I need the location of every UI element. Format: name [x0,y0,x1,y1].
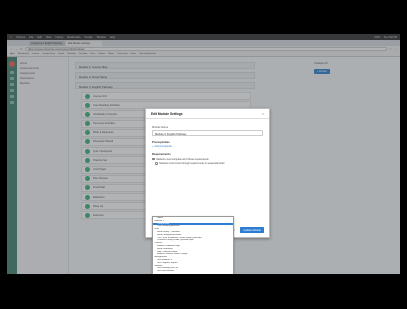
close-icon[interactable]: × [262,111,264,116]
checkbox-checked-icon[interactable] [152,157,155,161]
prerequisites-heading: Prerequisites [152,140,170,144]
requirement-option-label: Students must complete all of these requ… [156,157,209,161]
module-name-input[interactable]: Module 3: English Pathway [152,130,263,136]
dialog-body: Module Name Module 3: English Pathway Pr… [146,119,269,169]
plus-icon: + [152,145,154,148]
screen:  Chrome File Edit View History Bookmark… [7,34,400,274]
radio-icon[interactable] [155,162,158,165]
add-prerequisite-link[interactable]: + Add prerequisite [152,145,263,148]
dialog-title: Edit Module Settings [151,111,183,116]
module-name-label: Module Name [152,126,169,129]
add-prerequisite-label: Add prerequisite [154,145,172,148]
requirement-option-all[interactable]: Students must complete all of these requ… [152,158,263,161]
dropdown-option[interactable]: Unit Intro Hatfield [153,270,233,273]
requirement-option-label: Students must move through requirements … [159,162,225,165]
requirement-item-dropdown[interactable]: Select Module 1 Course Map Core Reading … [152,216,234,274]
requirement-option-sequential[interactable]: Students must move through requirements … [152,162,263,165]
dialog-header: Edit Module Settings × [146,109,269,119]
update-module-button[interactable]: Update Module [240,227,264,233]
requirements-heading: Requirements [152,152,171,156]
